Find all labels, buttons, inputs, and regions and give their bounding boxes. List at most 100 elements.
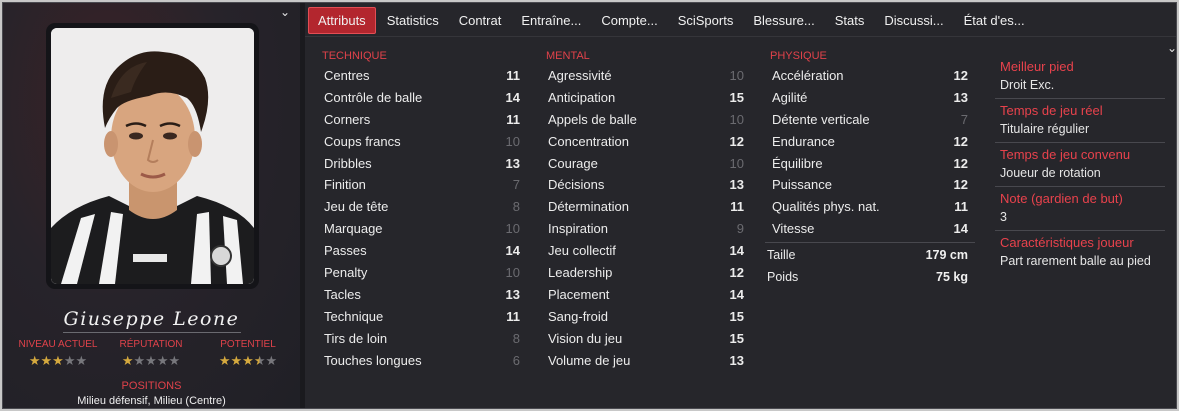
attribute-row[interactable]: Corners 11 (311, 109, 533, 131)
attribute-row[interactable]: Volume de jeu 13 (535, 350, 757, 372)
attribute-row[interactable]: Sang-froid 15 (535, 306, 757, 328)
attribute-value: 12 (953, 177, 968, 193)
column-title: MENTAL (546, 50, 590, 62)
rating-label: RÉPUTATION (119, 339, 183, 350)
attribute-name: Tirs de loin (324, 330, 388, 346)
star-icon: ★ (28, 353, 41, 368)
attribute-row[interactable]: Agressivité 10 (535, 65, 757, 87)
attribute-row[interactable]: Équilibre 12 (759, 153, 981, 175)
attribute-value: 13 (729, 352, 744, 368)
attribute-name: Coups francs (324, 133, 401, 149)
attribute-name: Concentration (548, 133, 629, 149)
attribute-row[interactable]: Décisions 13 (535, 174, 757, 196)
attribute-row[interactable]: Jeu collectif 14 (535, 240, 757, 262)
star-icon: ★ (168, 353, 181, 368)
attribute-name: Finition (324, 177, 366, 193)
attribute-row[interactable]: Appels de balle 10 (535, 109, 757, 131)
attribute-name: Marquage (324, 221, 383, 237)
chevron-down-icon[interactable]: ⌄ (280, 5, 290, 19)
tab-stats[interactable]: Stats (826, 7, 874, 34)
attribute-row[interactable]: Tacles 13 (311, 284, 533, 306)
star-icon: ★ (230, 353, 243, 368)
attribute-row[interactable]: Coups francs 10 (311, 131, 533, 153)
attribute-row[interactable]: Courage 10 (535, 153, 757, 175)
chevron-down-icon[interactable]: ⌄ (1167, 41, 1176, 55)
measurement-name: Poids (767, 270, 799, 285)
tab-attributs[interactable]: Attributs (308, 7, 376, 34)
measurement-row: Taille 179 cm (759, 245, 981, 267)
attribute-name: Détente verticale (772, 111, 870, 127)
attribute-row[interactable]: Anticipation 15 (535, 87, 757, 109)
attribute-row[interactable]: Agilité 13 (759, 87, 981, 109)
technique-column: TECHNIQUE Centres 11 Contrôle de balle 14 Co… (311, 47, 533, 371)
attribute-row[interactable]: Puissance 12 (759, 174, 981, 196)
info-value: Joueur de rotation (1000, 166, 1101, 180)
attribute-row[interactable]: Passes 14 (311, 240, 533, 262)
attribute-name: Accélération (772, 68, 844, 83)
attribute-row[interactable]: Penalty 10 (311, 262, 533, 284)
attribute-name: Agilité (772, 89, 808, 105)
attribute-row[interactable]: Concentration 12 (535, 131, 757, 153)
attribute-name: Détermination (548, 199, 629, 215)
attribute-row[interactable]: Touches longues 6 (311, 350, 533, 372)
attribute-row[interactable]: Vision du jeu 15 (535, 328, 757, 350)
attribute-row[interactable]: Inspiration 9 (535, 218, 757, 240)
tab-etat-d-es[interactable]: État d'es... (955, 7, 1034, 34)
attribute-row[interactable]: Placement 14 (535, 284, 757, 306)
attribute-row[interactable]: Contrôle de balle 14 (311, 87, 533, 109)
attribute-name: Agressivité (548, 68, 612, 83)
attribute-name: Sang-froid (548, 308, 608, 324)
attribute-name: Placement (548, 286, 610, 302)
attribute-value: 11 (506, 111, 520, 127)
attribute-name: Anticipation (548, 89, 616, 105)
attribute-row[interactable]: Vitesse 14 (759, 218, 981, 240)
tab-discussi[interactable]: Discussi... (875, 7, 952, 34)
attribute-row[interactable]: Tirs de loin 8 (311, 328, 533, 350)
tab-blessure[interactable]: Blessure... (744, 7, 823, 34)
attribute-value: 14 (729, 286, 744, 302)
tab-statistics[interactable]: Statistics (378, 7, 448, 34)
attribute-value: 11 (506, 308, 520, 324)
attribute-row[interactable]: Jeu de tête 8 (311, 196, 533, 218)
physique-divider (765, 242, 975, 244)
attribute-row[interactable]: Marquage 10 (311, 218, 533, 240)
attribute-name: Corners (324, 111, 371, 127)
attribute-row[interactable]: Centres 11 (311, 65, 533, 87)
attribute-value: 12 (953, 133, 968, 149)
tab-contrat[interactable]: Contrat (450, 7, 511, 34)
attribute-value: 11 (954, 199, 968, 215)
attribute-value: 9 (736, 221, 744, 237)
info-item: Temps de jeu réel Titulaire régulier (995, 99, 1165, 143)
attribute-value: 12 (729, 133, 744, 149)
attribute-name: Technique (324, 308, 384, 324)
star-icon: ★ (63, 353, 76, 368)
mental-column: MENTAL Agressivité 10 Anticipation 15 Appels… (535, 47, 757, 371)
attribute-row[interactable]: Endurance 12 (759, 131, 981, 153)
attribute-name: Vision du jeu (548, 330, 623, 346)
info-label: Temps de jeu convenu (1000, 147, 1131, 162)
player-photo (46, 23, 259, 289)
player-name: Giuseppe Leone (63, 308, 240, 330)
attribute-name: Passes (324, 243, 367, 259)
info-value: 3 (1000, 210, 1007, 224)
tab-compte[interactable]: Compte... (592, 7, 666, 34)
rating-potential: POTENTIEL ★★★★★ (203, 339, 293, 369)
attribute-row[interactable]: Technique 11 (311, 306, 533, 328)
attribute-value: 12 (953, 68, 968, 83)
attribute-row[interactable]: Détermination 11 (535, 196, 757, 218)
attribute-row[interactable]: Qualités phys. nat. 11 (759, 196, 981, 218)
rating-label: POTENTIEL (220, 339, 276, 350)
attribute-name: Volume de jeu (548, 352, 631, 368)
attribute-value: 15 (729, 308, 744, 324)
attribute-row[interactable]: Détente verticale 7 (759, 109, 981, 131)
attribute-name: Courage (548, 155, 598, 171)
attribute-row[interactable]: Finition 7 (311, 174, 533, 196)
info-value: Droit Exc. (1000, 78, 1055, 92)
attribute-row[interactable]: Leadership 12 (535, 262, 757, 284)
attribute-row[interactable]: Dribbles 13 (311, 153, 533, 175)
attribute-name: Jeu de tête (324, 199, 389, 215)
tab-scisports[interactable]: SciSports (669, 7, 743, 34)
tab-entraine[interactable]: Entraîne... (512, 7, 590, 34)
attribute-row[interactable]: Accélération 12 (759, 65, 981, 87)
attribute-name: Appels de balle (548, 111, 637, 127)
